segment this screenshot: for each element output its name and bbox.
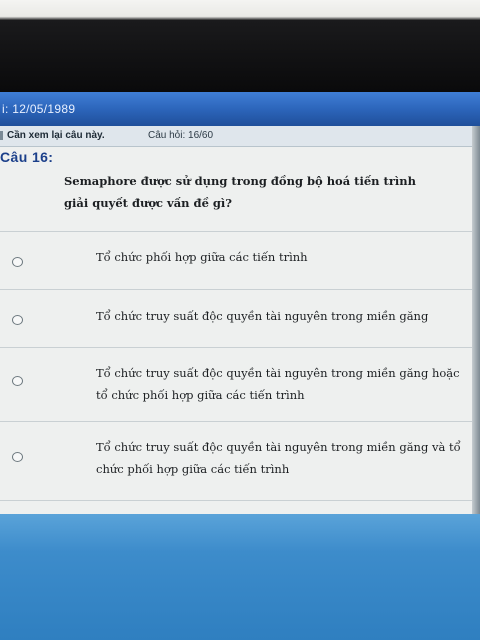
answer-option-label[interactable]: Tổ chức phối hợp giữa các tiến trình — [96, 246, 462, 268]
window-title-bar: i: 12/05/1989 — [0, 92, 480, 126]
answer-option-label[interactable]: Tổ chức truy suất độc quyền tài nguyên t… — [96, 305, 462, 327]
answer-option-label[interactable]: Tổ chức truy suất độc quyền tài nguyên t… — [96, 362, 462, 406]
question-counter: Câu hỏi: 16/60 — [148, 130, 214, 141]
answer-option[interactable]: Tổ chức truy suất độc quyền tài nguyên t… — [0, 289, 472, 347]
answer-option[interactable]: Tổ chức phối hợp giữa các tiến trình — [0, 231, 472, 289]
answer-option[interactable]: Tổ chức truy suất độc quyền tài nguyên t… — [0, 421, 472, 501]
radio-button[interactable] — [12, 257, 23, 267]
window-title: i: 12/05/1989 — [2, 102, 76, 116]
monitor-bezel — [0, 0, 480, 92]
question-text: Semaphore được sử dụng trong đồng bộ hoá… — [64, 174, 417, 210]
desktop-taskbar — [0, 514, 480, 640]
answer-options: Tổ chức phối hợp giữa các tiến trình Tổ … — [0, 231, 472, 501]
question-number: Câu 16: — [0, 149, 54, 165]
answer-option[interactable]: Tổ chức truy suất độc quyền tài nguyên t… — [0, 347, 472, 421]
window-scroll-edge — [472, 126, 480, 514]
question-info-bar: Cần xem lại câu này. Câu hỏi: 16/60 — [0, 126, 472, 147]
quiz-panel: Cần xem lại câu này. Câu hỏi: 16/60 Câu … — [0, 126, 472, 514]
flag-icon[interactable] — [0, 131, 3, 140]
radio-button[interactable] — [12, 452, 23, 462]
radio-button[interactable] — [12, 376, 23, 386]
review-later-label[interactable]: Cần xem lại câu này. — [7, 126, 105, 146]
answer-option-label[interactable]: Tổ chức truy suất độc quyền tài nguyên t… — [96, 436, 462, 480]
radio-button[interactable] — [12, 315, 23, 325]
